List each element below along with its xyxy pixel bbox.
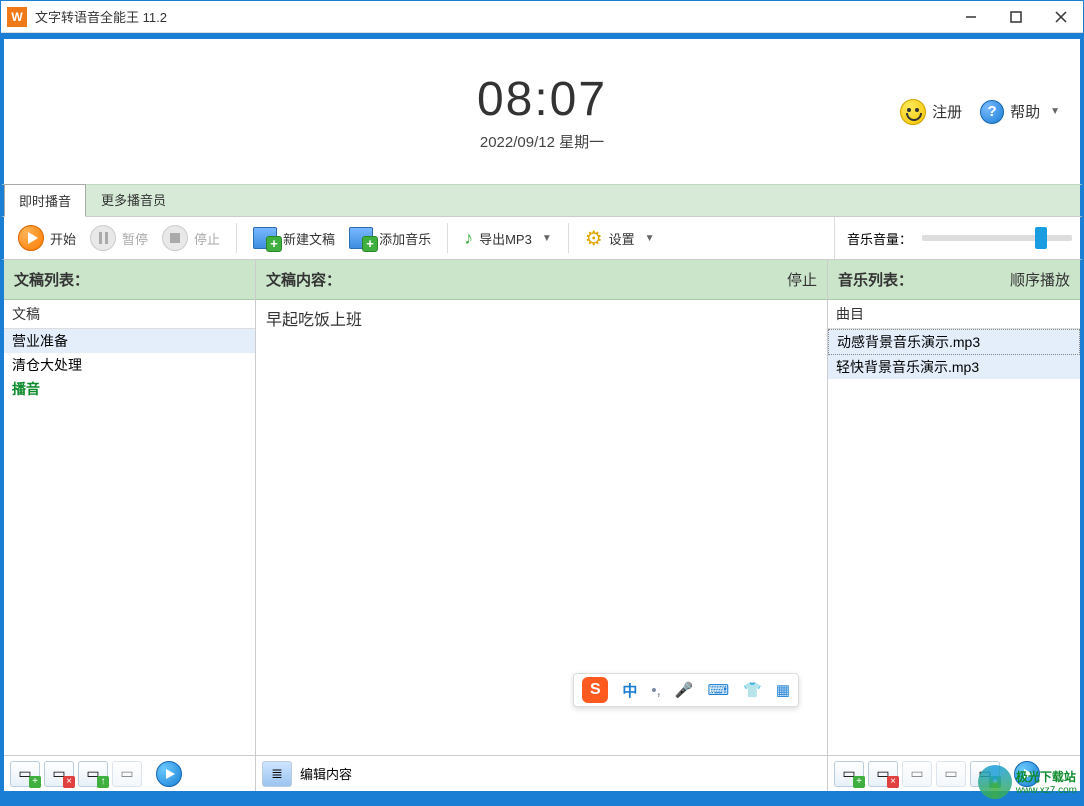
tab-bar: 即时播音 更多播音员 [1,184,1083,216]
new-doc-button[interactable]: 新建文稿 [247,223,341,253]
music-col-header[interactable]: 曲目 [828,300,1080,329]
ime-lang[interactable]: 中 [622,680,637,701]
pause-button[interactable]: 暂停 [84,221,154,255]
music-up-button[interactable]: ▭ [902,761,932,787]
pause-label: 暂停 [122,229,148,248]
gear-icon: ⚙ [585,226,603,251]
music-header: 音乐列表： 顺序播放 [828,260,1080,300]
doc-list-panel: 文稿列表： 文稿 营业准备 清仓大处理 播音 ▭+ ▭× ▭↑ ▭ [4,260,256,791]
content-title: 文稿内容： [266,269,341,290]
maximize-button[interactable] [993,2,1038,32]
minimize-button[interactable] [948,2,993,32]
doc-down-button[interactable]: ▭ [112,761,142,787]
doc-list-header: 文稿列表： [4,260,255,300]
music-panel: 音乐列表： 顺序播放 曲目 动感背景音乐演示.mp3 轻快背景音乐演示.mp3 … [828,260,1080,791]
titlebar: W 文字转语音全能王 11.2 [1,1,1083,33]
volume-slider[interactable] [922,235,1072,241]
tab-instant-broadcast[interactable]: 即时播音 [4,184,86,217]
play-icon [18,225,44,251]
content-toolbar: ≣ 编辑内容 [256,755,827,791]
help-button[interactable]: ? 帮助 ▼ [980,100,1060,124]
list-item[interactable]: 营业准备 [4,329,255,353]
header: 08:07 2022/09/12 星期一 注册 ? 帮助 ▼ [1,39,1083,184]
doc-up-button[interactable]: ▭↑ [78,761,108,787]
note-icon: ♪ [464,228,473,249]
export-label: 导出MP3 [479,229,532,248]
new-doc-icon [253,227,277,249]
doc-list-toolbar: ▭+ ▭× ▭↑ ▭ [4,755,255,791]
list-item[interactable]: 播音 [4,377,255,401]
clock: 08:07 2022/09/12 星期一 [477,72,607,152]
window-title: 文字转语音全能王 11.2 [35,7,167,26]
settings-label: 设置 [609,229,635,248]
settings-button[interactable]: ⚙ 设置 ▼ [579,222,661,255]
app-window: W 文字转语音全能王 11.2 08:07 2022/09/12 星期一 注册 [0,0,1084,806]
new-doc-label: 新建文稿 [283,229,335,248]
stop-label: 停止 [194,229,220,248]
add-music-button[interactable]: 添加音乐 [343,223,437,253]
doc-col-header[interactable]: 文稿 [4,300,255,329]
chevron-down-icon[interactable]: ▼ [542,233,552,244]
close-button[interactable] [1038,2,1083,32]
main-panels: 文稿列表： 文稿 营业准备 清仓大处理 播音 ▭+ ▭× ▭↑ ▭ 文稿内容： … [1,260,1083,791]
music-play-button[interactable] [1014,761,1040,787]
pause-icon [90,225,116,251]
ime-keyboard-icon[interactable]: ⌨ [707,681,729,699]
toolbar: 开始 暂停 停止 新建文稿 添加音乐 ♪ [1,216,1083,260]
export-mp3-button[interactable]: ♪ 导出MP3 ▼ [458,224,558,253]
stop-icon [162,225,188,251]
doc-play-button[interactable] [156,761,182,787]
register-label: 注册 [932,101,962,122]
volume-label: 音乐音量： [847,229,912,248]
content-header: 文稿内容： 停止 [256,260,827,300]
bottom-border [1,791,1083,805]
content-text: 早起吃饭上班 [266,312,362,329]
chevron-down-icon[interactable]: ▼ [645,233,655,244]
content-panel: 文稿内容： 停止 早起吃饭上班 S 中 •, 🎤 ⌨ 👕 ▦ ≣ 编辑内容 [256,260,828,791]
ime-punct-icon[interactable]: •, [651,682,660,699]
music-toolbar: ▭+ ▭× ▭ ▭ ▭● [828,755,1080,791]
list-item[interactable]: 动感背景音乐演示.mp3 [828,329,1080,355]
add-music-label: 添加音乐 [379,229,431,248]
add-music-icon [349,227,373,249]
tab-more-voices[interactable]: 更多播音员 [86,183,181,216]
start-button[interactable]: 开始 [12,221,82,255]
music-down-button[interactable]: ▭ [936,761,966,787]
content-area[interactable]: 早起吃饭上班 S 中 •, 🎤 ⌨ 👕 ▦ [256,300,827,755]
register-button[interactable]: 注册 [900,99,962,125]
help-icon: ? [980,100,1004,124]
doc-add-button[interactable]: ▭+ [10,761,40,787]
doc-del-button[interactable]: ▭× [44,761,74,787]
clock-date: 2022/09/12 星期一 [477,131,607,152]
edit-content-label[interactable]: 编辑内容 [300,764,352,783]
music-add-button[interactable]: ▭+ [834,761,864,787]
smiley-icon [900,99,926,125]
volume-control: 音乐音量： [834,217,1072,259]
ime-mic-icon[interactable]: 🎤 [675,681,694,699]
content-status: 停止 [787,269,817,290]
stop-button[interactable]: 停止 [156,221,226,255]
ime-grid-icon[interactable]: ▦ [776,681,790,699]
clock-time: 08:07 [477,72,607,127]
music-extra-button[interactable]: ▭● [970,761,1000,787]
ime-bar[interactable]: S 中 •, 🎤 ⌨ 👕 ▦ [573,673,799,707]
slider-thumb[interactable] [1035,227,1047,249]
ime-shirt-icon[interactable]: 👕 [743,681,762,699]
help-label: 帮助 [1010,101,1040,122]
music-mode[interactable]: 顺序播放 [1010,269,1070,290]
music-list: 曲目 动感背景音乐演示.mp3 轻快背景音乐演示.mp3 [828,300,1080,755]
start-label: 开始 [50,229,76,248]
music-title: 音乐列表： [838,269,913,290]
list-item[interactable]: 清仓大处理 [4,353,255,377]
doc-list: 文稿 营业准备 清仓大处理 播音 [4,300,255,755]
chevron-down-icon: ▼ [1050,106,1060,117]
list-item[interactable]: 轻快背景音乐演示.mp3 [828,355,1080,379]
edit-icon[interactable]: ≣ [262,761,292,787]
app-icon: W [7,7,27,27]
doc-list-title: 文稿列表： [14,269,89,290]
ime-logo-icon: S [582,677,608,703]
music-del-button[interactable]: ▭× [868,761,898,787]
